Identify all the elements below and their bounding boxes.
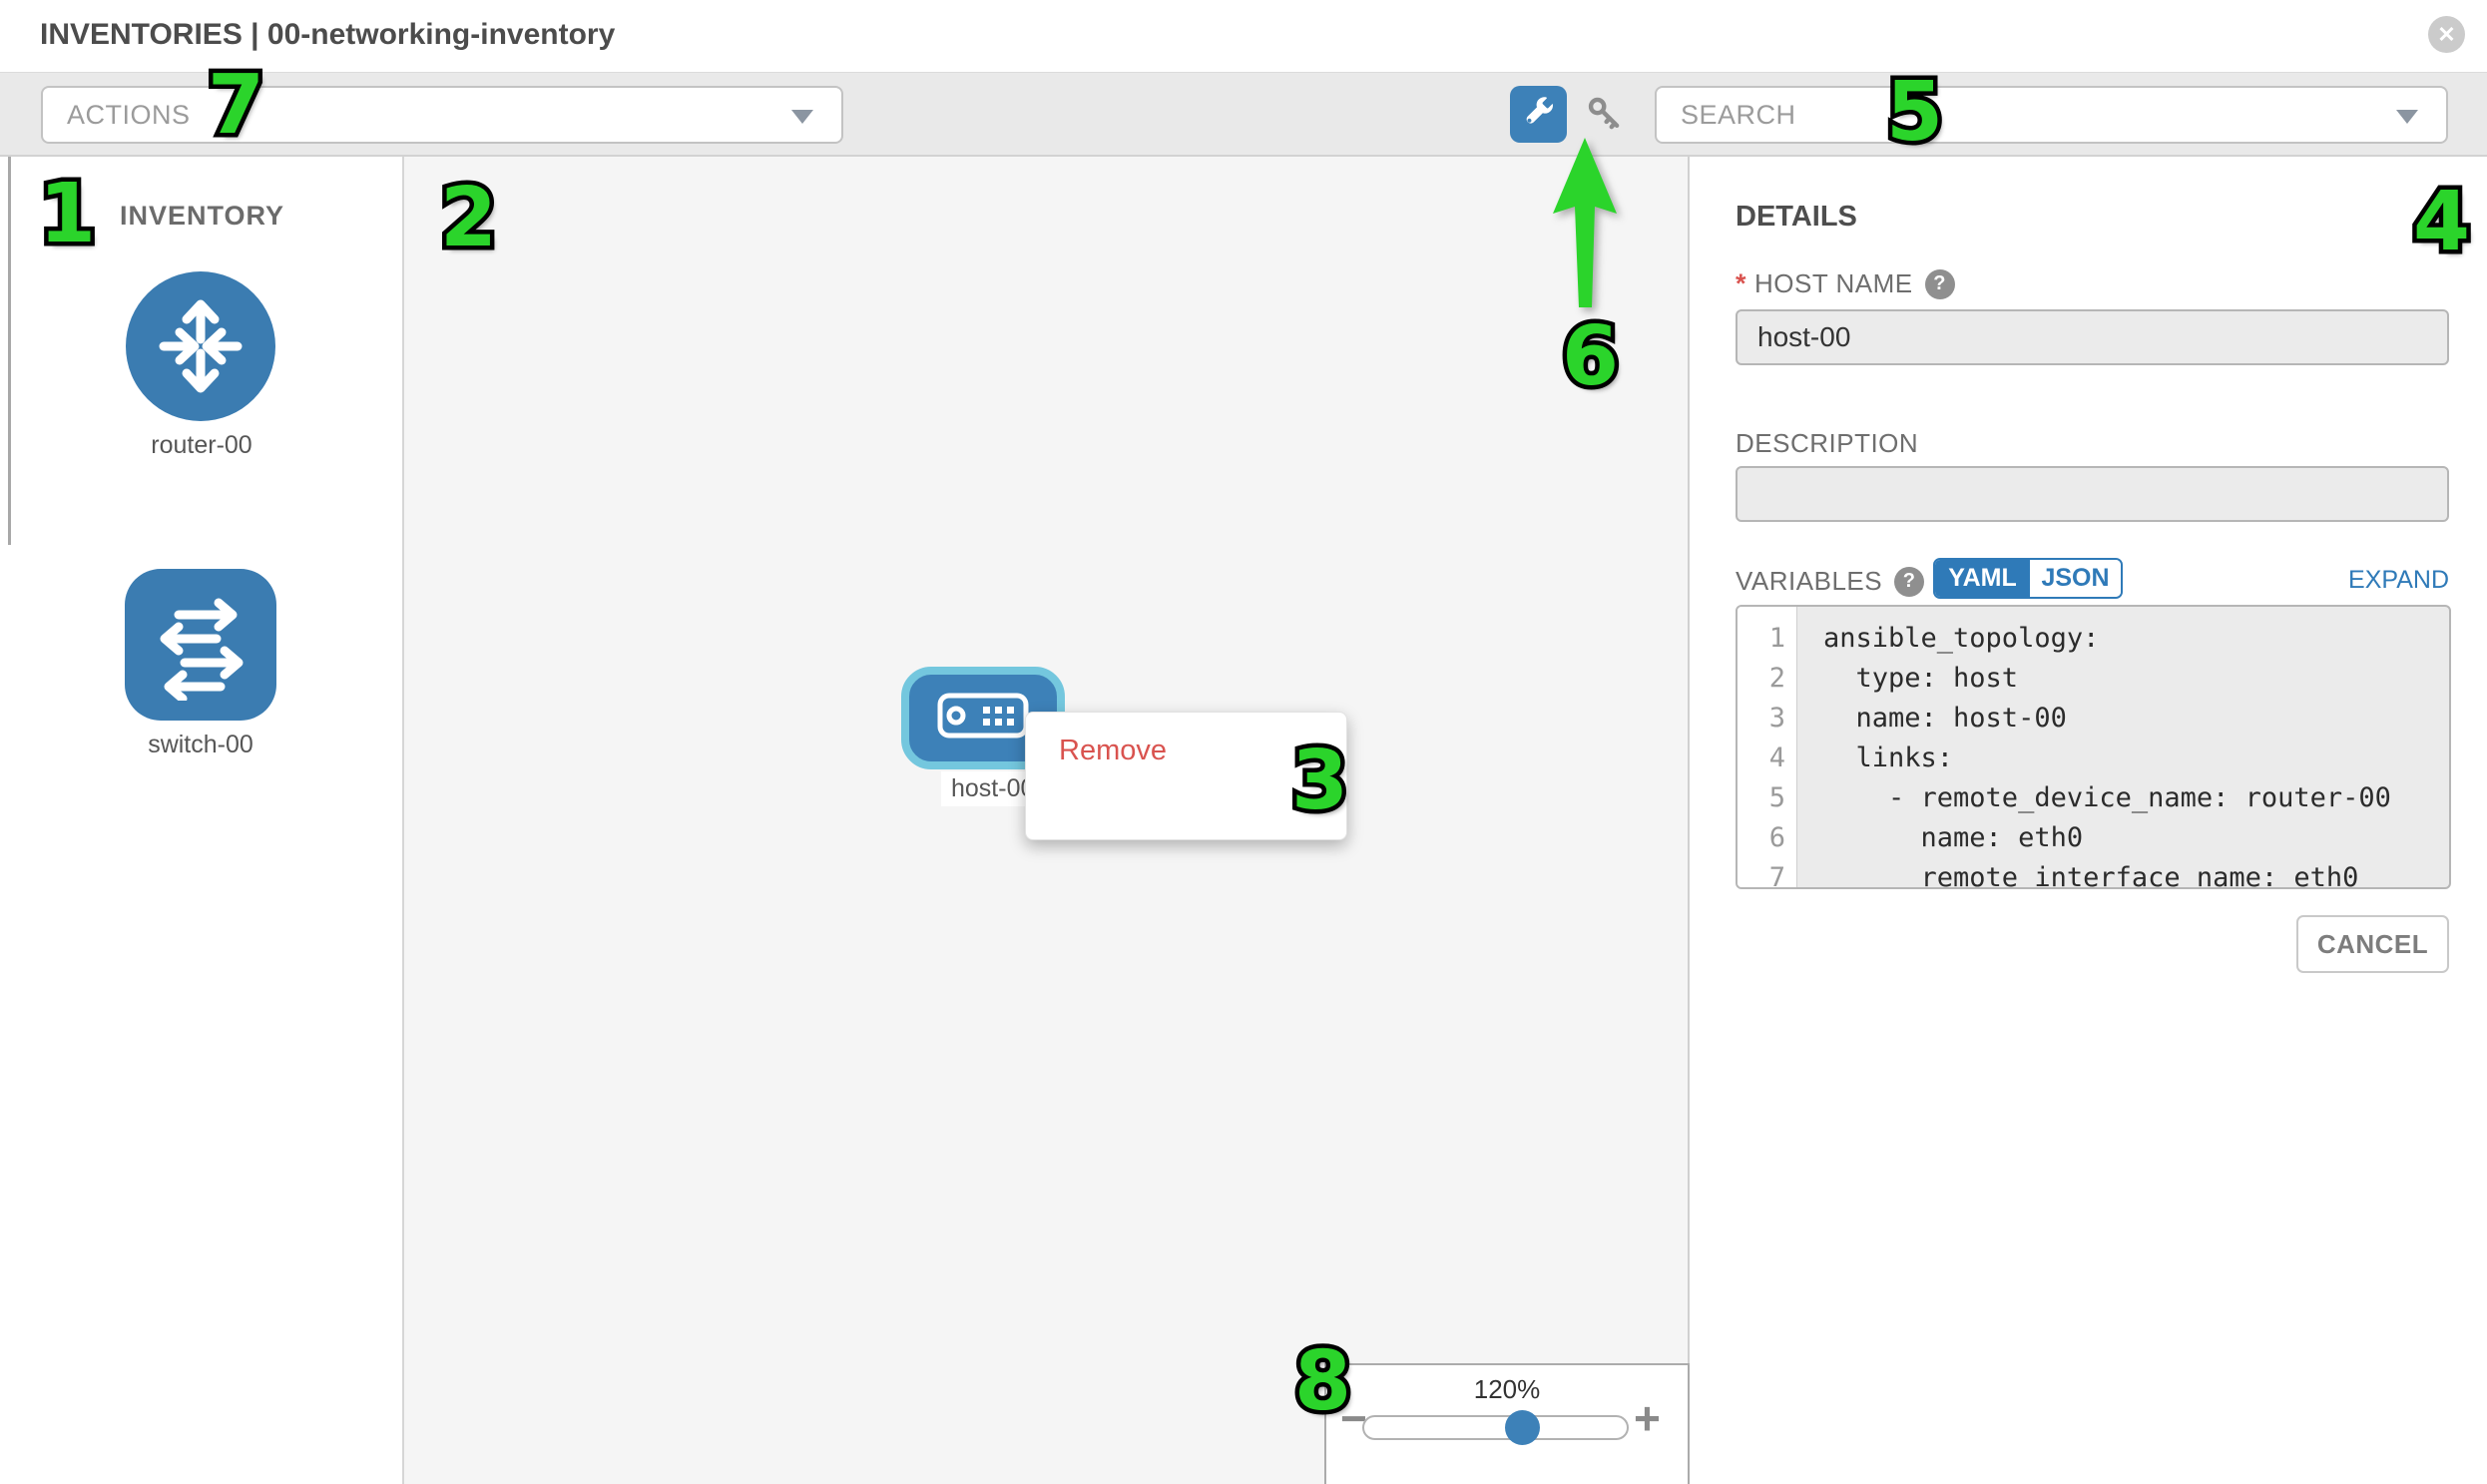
switch-arrows-icon — [125, 569, 276, 721]
help-icon[interactable]: ? — [1894, 567, 1924, 597]
chevron-down-icon — [2396, 110, 2418, 124]
host-server-icon — [937, 693, 1029, 743]
line-number: 2 — [1738, 659, 1797, 699]
line-code: - remote_device_name: router-00 — [1797, 778, 2391, 818]
device-label: router-00 — [126, 431, 277, 460]
toggle-yaml-button[interactable]: YAML — [1935, 560, 2030, 597]
page-title: INVENTORIES | 00-networking-inventory — [40, 18, 615, 52]
format-toggle: YAML JSON — [1933, 558, 2123, 599]
actions-dropdown[interactable]: ACTIONS — [41, 86, 843, 144]
help-icon[interactable]: ? — [1925, 269, 1955, 299]
line-code: type: host — [1797, 659, 2018, 699]
line-number: 4 — [1738, 739, 1797, 778]
sidebar-scroll-indicator — [8, 157, 11, 545]
details-panel-title: DETAILS — [1736, 201, 1857, 234]
sidebar-item-switch[interactable]: switch-00 — [125, 569, 276, 759]
description-field[interactable] — [1736, 466, 2449, 522]
zoom-slider-track[interactable] — [1362, 1415, 1629, 1440]
variables-code-editor[interactable]: 1 ansible_topology: 2 type: host 3 name:… — [1736, 605, 2451, 889]
annotation-number-8: 8 — [1294, 1341, 1351, 1423]
annotation-number-6: 6 — [1562, 316, 1619, 398]
actions-dropdown-placeholder: ACTIONS — [67, 100, 191, 131]
editor-line: 1 ansible_topology: — [1738, 619, 2449, 659]
editor-line: 7 remote_interface_name: eth0 — [1738, 858, 2449, 889]
line-code: name: host-00 — [1797, 699, 2067, 739]
host-name-label: HOST NAME — [1754, 268, 1913, 299]
line-number: 3 — [1738, 699, 1797, 739]
line-number: 6 — [1738, 818, 1797, 858]
expand-link[interactable]: EXPAND — [2348, 566, 2449, 595]
search-dropdown[interactable]: SEARCH — [1655, 86, 2448, 144]
line-number: 7 — [1738, 858, 1797, 889]
annotation-number-7: 7 — [208, 65, 264, 147]
annotation-number-4: 4 — [2413, 182, 2470, 263]
line-code: remote_interface_name: eth0 — [1797, 858, 2358, 889]
cancel-button[interactable]: CANCEL — [2296, 915, 2449, 973]
annotation-number-2: 2 — [440, 178, 497, 259]
editor-lines: 1 ansible_topology: 2 type: host 3 name:… — [1738, 619, 2449, 889]
sidebar-title: INVENTORY — [120, 201, 284, 232]
search-placeholder: SEARCH — [1681, 100, 1796, 131]
line-number: 1 — [1738, 619, 1797, 659]
toolbar: ACTIONS — [0, 72, 2487, 157]
router-arrows-icon — [126, 271, 275, 421]
device-label: switch-00 — [125, 731, 276, 759]
inventory-sidebar: INVENTORY router-00 — [0, 157, 404, 1484]
annotation-number-1: 1 — [39, 174, 96, 255]
line-code: ansible_topology: — [1797, 619, 2099, 659]
sidebar-item-router[interactable]: router-00 — [126, 271, 277, 460]
toggle-json-button[interactable]: JSON — [2030, 560, 2121, 597]
close-icon[interactable]: ✕ — [2428, 16, 2465, 53]
chevron-down-icon — [791, 110, 813, 124]
editor-line: 4 links: — [1738, 739, 2449, 778]
editor-line: 2 type: host — [1738, 659, 2449, 699]
zoom-slider-thumb[interactable] — [1505, 1410, 1540, 1445]
annotation-arrow-icon — [1545, 128, 1635, 322]
page-header: INVENTORIES | 00-networking-inventory ✕ — [0, 0, 2487, 72]
line-code: links: — [1797, 739, 1953, 778]
line-number: 5 — [1738, 778, 1797, 818]
annotation-number-3: 3 — [1291, 741, 1348, 822]
details-panel: DETAILS * HOST NAME ? DESCRIPTION VARIAB… — [1692, 157, 2487, 1484]
annotation-number-5: 5 — [1886, 72, 1943, 154]
editor-line: 6 name: eth0 — [1738, 818, 2449, 858]
editor-line: 5 - remote_device_name: router-00 — [1738, 778, 2449, 818]
host-name-label-row: * HOST NAME ? — [1736, 268, 1955, 299]
variables-row: VARIABLES ? YAML JSON EXPAND — [1692, 558, 2487, 602]
description-label: DESCRIPTION — [1736, 428, 1918, 459]
required-asterisk: * — [1736, 268, 1746, 299]
line-code: name: eth0 — [1797, 818, 2083, 858]
zoom-control-panel: 120% − + — [1324, 1363, 1690, 1484]
zoom-in-button[interactable]: + — [1634, 1395, 1661, 1441]
editor-line: 3 name: host-00 — [1738, 699, 2449, 739]
variables-label: VARIABLES — [1736, 566, 1882, 597]
host-name-field[interactable] — [1736, 309, 2449, 365]
topology-canvas[interactable]: host-00 Details Remove 120% − + — [404, 157, 1690, 1484]
variables-label-row: VARIABLES ? — [1736, 566, 1924, 597]
inventory-topology-page: INVENTORIES | 00-networking-inventory ✕ … — [0, 0, 2487, 1484]
